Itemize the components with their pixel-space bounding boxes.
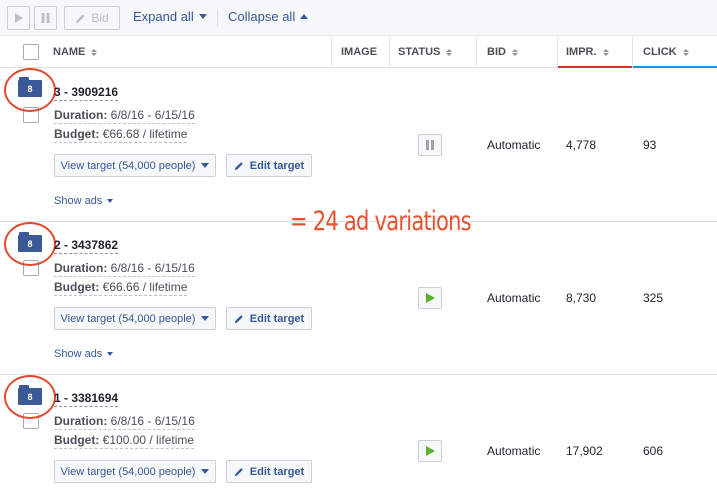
edit-target-label: Edit target <box>249 465 305 478</box>
table-header: NAME IMAGE STATUS BID IMPR. CLICK <box>0 36 717 68</box>
show-ads-label: Show ads <box>54 348 103 360</box>
chevron-down-icon <box>201 469 210 474</box>
show-ads-link[interactable]: Show ads <box>54 195 114 207</box>
clicks-cell: 606 <box>643 444 664 458</box>
impressions-cell: 17,902 <box>566 444 603 458</box>
chevron-down-icon <box>201 316 210 321</box>
annotation-text: = 24 ad variations <box>290 206 472 237</box>
show-ads-label: Show ads <box>54 195 103 207</box>
clicks-accent-bar <box>633 66 717 68</box>
pencil-icon <box>234 467 243 476</box>
table-row: 8 3 - 3909216 Duration: 6/8/16 - 6/15/16… <box>0 68 717 222</box>
column-header-impressions[interactable]: IMPR. <box>566 36 609 68</box>
collapse-all-label: Collapse all <box>228 9 296 24</box>
sort-icon <box>91 48 98 56</box>
edit-target-label: Edit target <box>249 159 305 172</box>
column-bid-label: BID <box>487 46 506 58</box>
edit-target-button[interactable]: Edit target <box>226 154 312 177</box>
view-target-button[interactable]: View target (54,000 people) <box>54 154 216 177</box>
impressions-cell: 8,730 <box>566 291 597 305</box>
budget-text: Budget: €66.68 / lifetime <box>54 127 188 143</box>
duration-text: Duration: 6/8/16 - 6/15/16 <box>54 414 195 430</box>
column-impressions-label: IMPR. <box>566 46 597 58</box>
duration-text: Duration: 6/8/16 - 6/15/16 <box>54 261 195 277</box>
select-all-checkbox[interactable] <box>23 44 39 60</box>
bid-button-label: Bid <box>91 11 109 25</box>
highlight-circle <box>4 68 56 112</box>
budget-text: Budget: €66.66 / lifetime <box>54 280 188 296</box>
pause-icon <box>426 140 434 150</box>
play-icon <box>425 293 435 303</box>
pencil-icon <box>234 314 243 323</box>
chevron-down-icon <box>201 163 210 168</box>
view-target-label: View target (54,000 people) <box>60 465 196 478</box>
highlight-circle <box>4 222 56 266</box>
view-target-label: View target (54,000 people) <box>60 312 196 325</box>
adset-name[interactable]: 3 - 3909216 <box>54 85 119 101</box>
bid-cell: Automatic <box>487 291 541 305</box>
expand-all-label: Expand all <box>133 9 194 24</box>
column-header-status[interactable]: STATUS <box>398 36 453 68</box>
sort-icon <box>511 48 518 56</box>
clicks-cell: 93 <box>643 138 657 152</box>
column-header-image: IMAGE <box>341 36 377 68</box>
edit-target-label: Edit target <box>249 312 305 325</box>
budget-text: Budget: €100.00 / lifetime <box>54 433 195 449</box>
play-toggle-button[interactable] <box>418 287 442 309</box>
view-target-button[interactable]: View target (54,000 people) <box>54 460 216 483</box>
play-button[interactable] <box>7 6 30 30</box>
play-toggle-button[interactable] <box>418 440 442 462</box>
edit-target-button[interactable]: Edit target <box>226 307 312 330</box>
table-row: 8 2 - 3437862 Duration: 6/8/16 - 6/15/16… <box>0 222 717 375</box>
pause-button[interactable] <box>34 6 57 30</box>
toolbar-divider <box>217 9 218 27</box>
column-header-clicks[interactable]: CLICK <box>643 36 689 68</box>
impressions-accent-bar <box>557 66 632 68</box>
column-status-label: STATUS <box>398 46 441 58</box>
column-header-name[interactable]: NAME <box>53 36 98 68</box>
expand-all-link[interactable]: Expand all <box>133 9 207 24</box>
view-target-label: View target (54,000 people) <box>60 159 196 172</box>
collapse-all-link[interactable]: Collapse all <box>228 9 309 24</box>
toolbar: Bid Expand all Collapse all <box>0 0 717 36</box>
column-clicks-label: CLICK <box>643 46 677 58</box>
highlight-circle <box>4 375 56 419</box>
duration-text: Duration: 6/8/16 - 6/15/16 <box>54 108 195 124</box>
edit-target-button[interactable]: Edit target <box>226 460 312 483</box>
show-ads-link[interactable]: Show ads <box>54 348 114 360</box>
chevron-up-icon <box>300 14 309 19</box>
adset-name[interactable]: 2 - 3437862 <box>54 238 119 254</box>
impressions-cell: 4,778 <box>566 138 597 152</box>
chevron-down-icon <box>107 352 114 356</box>
column-image-label: IMAGE <box>341 46 378 58</box>
sort-icon <box>682 48 689 56</box>
clicks-cell: 325 <box>643 291 664 305</box>
play-icon <box>15 13 23 23</box>
column-name-label: NAME <box>53 46 86 58</box>
chevron-down-icon <box>107 199 114 203</box>
sort-icon <box>446 48 453 56</box>
bid-button[interactable]: Bid <box>64 6 120 30</box>
table-row: 8 1 - 3381694 Duration: 6/8/16 - 6/15/16… <box>0 375 717 500</box>
chevron-down-icon <box>198 14 207 19</box>
sort-icon <box>602 48 609 56</box>
view-target-button[interactable]: View target (54,000 people) <box>54 307 216 330</box>
pause-toggle-button[interactable] <box>418 134 442 156</box>
bid-cell: Automatic <box>487 138 541 152</box>
pencil-icon <box>234 161 243 170</box>
adset-name[interactable]: 1 - 3381694 <box>54 391 119 407</box>
bid-cell: Automatic <box>487 444 541 458</box>
play-icon <box>425 446 435 456</box>
pencil-icon <box>76 13 85 23</box>
pause-icon <box>41 13 50 23</box>
column-header-bid[interactable]: BID <box>487 36 518 68</box>
